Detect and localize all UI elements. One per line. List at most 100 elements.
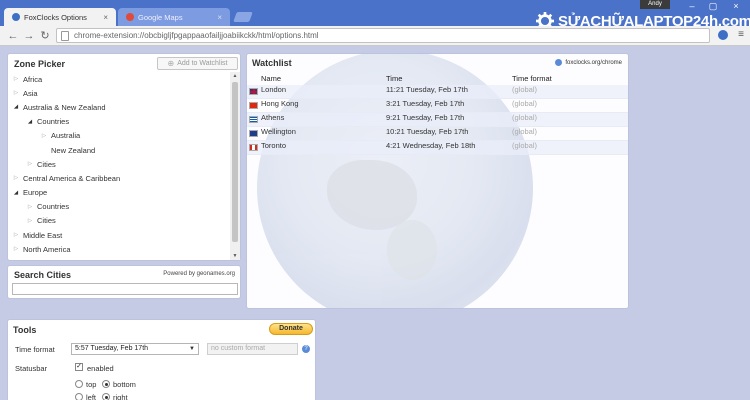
table-row[interactable]: Athens 9:21 Tuesday, Feb 17th (global) — [247, 113, 628, 127]
top-radio[interactable] — [75, 380, 83, 388]
greece-flag-icon — [249, 116, 258, 123]
back-arrow-icon[interactable]: ← — [6, 29, 20, 43]
column-header-time-format[interactable]: Time format — [512, 74, 552, 83]
enabled-checkbox[interactable]: ✓ — [75, 363, 83, 371]
globe-landmass — [327, 160, 417, 230]
close-icon[interactable]: × — [103, 13, 108, 22]
expand-arrow-icon[interactable]: ▷ — [26, 161, 34, 167]
search-cities-title: Search Cities — [14, 270, 72, 280]
canada-flag-icon — [249, 144, 258, 151]
tab-label: FoxClocks Options — [24, 12, 87, 22]
tools-title: Tools — [13, 325, 37, 335]
right-radio[interactable] — [102, 393, 110, 400]
enabled-label: enabled — [87, 364, 114, 373]
left-label: left — [86, 393, 97, 400]
zone-picker-panel: Zone Picker ⊕ Add to Watchlist ▷ Africa ▷… — [7, 53, 241, 261]
tree-item[interactable]: New Zealand — [8, 143, 230, 157]
statusbar-label: Statusbar — [15, 364, 48, 373]
collapse-arrow-icon[interactable]: ◢ — [12, 190, 20, 196]
tree-item[interactable]: ▷ Cities — [8, 214, 230, 228]
new-tab-button[interactable] — [233, 12, 253, 22]
address-bar[interactable]: chrome-extension://obcbigljfpgappaaofail… — [56, 28, 710, 43]
tree-item[interactable]: ▷ North America — [8, 242, 230, 256]
collapse-arrow-icon[interactable]: ◢ — [26, 119, 34, 125]
foxclocks-link[interactable]: foxclocks.org/chrome — [555, 59, 622, 66]
tab-label: Google Maps — [138, 12, 183, 22]
tree-item[interactable]: ◢ Europe — [8, 186, 230, 200]
time-format-value: 5:57 Tuesday, Feb 17th — [75, 345, 149, 352]
add-to-watchlist-button[interactable]: ⊕ Add to Watchlist — [157, 57, 238, 70]
foxclocks-extension-icon[interactable] — [718, 30, 728, 40]
tree-item[interactable]: ▷ Central America & Caribbean — [8, 171, 230, 185]
maps-favicon-icon — [126, 13, 134, 21]
bottom-label: bottom — [113, 380, 136, 389]
tools-panel: Tools Donate Time format 5:57 Tuesday, F… — [7, 319, 316, 400]
time-format-select[interactable]: 5:57 Tuesday, Feb 17th ▼ — [71, 343, 199, 355]
expand-arrow-icon[interactable]: ▷ — [26, 204, 34, 210]
foxclocks-favicon-icon — [12, 13, 20, 21]
help-icon[interactable]: ? — [302, 345, 310, 353]
profile-badge[interactable]: Andy — [640, 0, 670, 9]
scroll-down-icon[interactable]: ▼ — [230, 253, 240, 259]
watchlist-header: Name Time Time format — [259, 74, 624, 84]
tree-item[interactable]: ▷ Countries — [8, 200, 230, 214]
expand-arrow-icon[interactable]: ▷ — [12, 232, 20, 238]
menu-icon[interactable]: ≡ — [736, 30, 746, 40]
collapse-arrow-icon[interactable]: ◢ — [12, 104, 20, 110]
time-format-label: Time format — [15, 345, 55, 354]
table-row[interactable]: Hong Kong 3:21 Tuesday, Feb 17th (global… — [247, 99, 628, 113]
foxclocks-link-text: foxclocks.org/chrome — [565, 59, 622, 66]
tree-item[interactable]: ▷ Asia — [8, 86, 230, 100]
expand-arrow-icon[interactable]: ▷ — [12, 246, 20, 252]
donate-button[interactable]: Donate — [269, 323, 313, 335]
expand-arrow-icon[interactable]: ▷ — [12, 175, 20, 181]
tree-item[interactable]: ▷ Australia — [8, 129, 230, 143]
globe-landmass — [387, 220, 437, 280]
custom-format-input[interactable]: no custom format — [207, 343, 298, 355]
forward-arrow-icon[interactable]: → — [22, 29, 36, 43]
column-header-time[interactable]: Time — [386, 74, 402, 83]
options-page: Zone Picker ⊕ Add to Watchlist ▷ Africa ▷… — [0, 47, 750, 400]
expand-arrow-icon[interactable]: ▷ — [12, 90, 20, 96]
url-text: chrome-extension://obcbigljfpgappaaofail… — [74, 31, 319, 40]
page-icon — [61, 30, 69, 41]
bottom-radio[interactable] — [102, 380, 110, 388]
watchlist-title: Watchlist — [252, 58, 292, 68]
tree-item[interactable]: ▷ Middle East — [8, 228, 230, 242]
column-header-name[interactable]: Name — [261, 74, 281, 83]
scrollbar-thumb[interactable] — [232, 82, 238, 242]
expand-arrow-icon[interactable]: ▷ — [26, 218, 34, 224]
tree-item[interactable]: ▷ Africa — [8, 72, 230, 86]
tree-item[interactable]: ▷ Cities — [8, 157, 230, 171]
expand-arrow-icon[interactable]: ▷ — [12, 76, 20, 82]
watchlist-rows: London 11:21 Tuesday, Feb 17th (global) … — [247, 85, 628, 155]
globe-icon — [555, 59, 563, 66]
search-cities-input[interactable] — [12, 283, 238, 295]
top-label: top — [86, 380, 97, 389]
uk-flag-icon — [249, 88, 258, 95]
expand-arrow-icon[interactable]: ▷ — [40, 133, 48, 139]
powered-by-label: Powered by geonames.org — [163, 271, 235, 277]
close-icon[interactable]: × — [217, 13, 222, 22]
search-cities-panel: Search Cities Powered by geonames.org — [7, 265, 241, 299]
new-zealand-flag-icon — [249, 130, 258, 137]
tree-item[interactable]: ◢ Australia & New Zealand — [8, 100, 230, 114]
zone-tree-scrollbar[interactable]: ▲ ▼ — [230, 72, 240, 260]
table-row[interactable]: Toronto 4:21 Wednesday, Feb 18th (global… — [247, 141, 628, 155]
tab-foxclocks-options[interactable]: FoxClocks Options × — [4, 8, 116, 26]
zone-picker-title: Zone Picker — [14, 59, 66, 69]
chevron-down-icon: ▼ — [189, 346, 195, 352]
tab-google-maps[interactable]: Google Maps × — [118, 8, 230, 26]
table-row[interactable]: Wellington 10:21 Tuesday, Feb 17th (glob… — [247, 127, 628, 141]
right-label: right — [113, 393, 128, 400]
table-row[interactable]: London 11:21 Tuesday, Feb 17th (global) — [247, 85, 628, 99]
hong-kong-flag-icon — [249, 102, 258, 109]
tree-item[interactable]: ◢ Countries — [8, 115, 230, 129]
scroll-up-icon[interactable]: ▲ — [230, 73, 240, 79]
reload-icon[interactable]: ↻ — [38, 29, 52, 43]
zone-tree: ▷ Africa ▷ Asia ◢ Australia & New Zealand ◢… — [8, 72, 230, 260]
watchlist-panel: Watchlist foxclocks.org/chrome Name Time… — [246, 53, 629, 309]
left-radio[interactable] — [75, 393, 83, 400]
browser-toolbar: ← → ↻ chrome-extension://obcbigljfpgappa… — [0, 26, 750, 46]
add-icon: ⊕ — [167, 59, 175, 68]
